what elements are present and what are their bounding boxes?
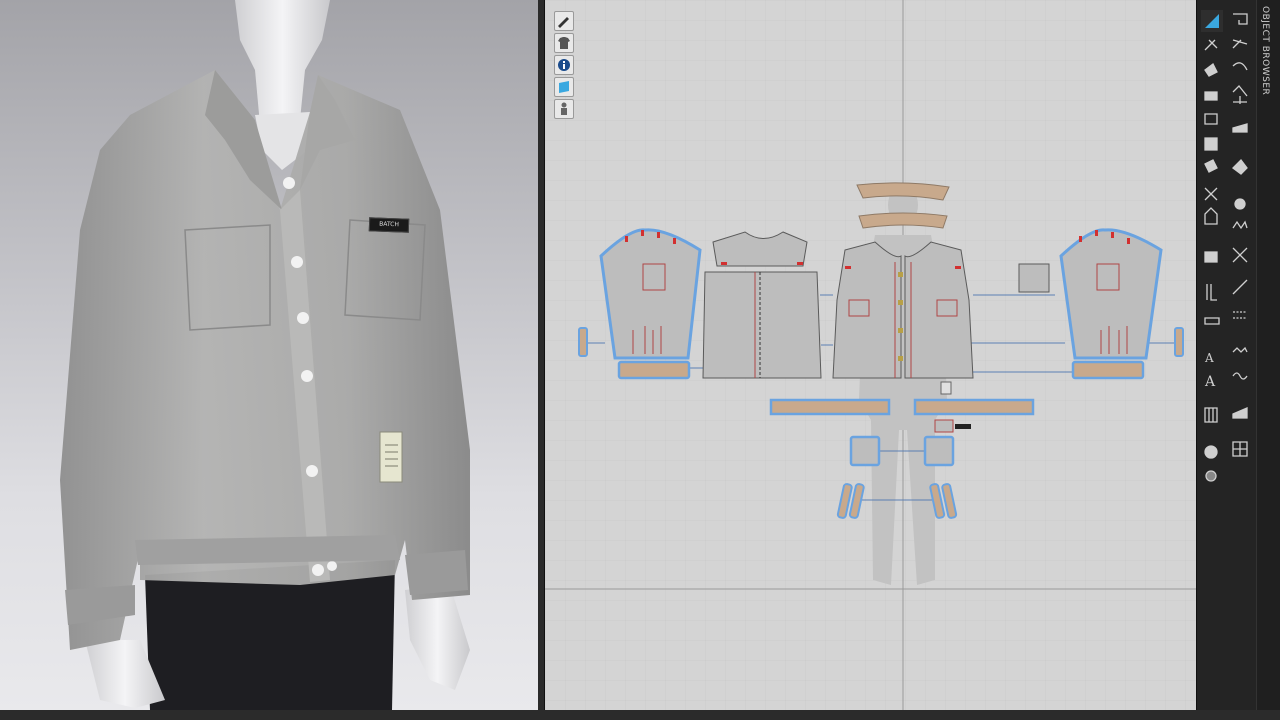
pattern-back-body[interactable] — [702, 271, 822, 379]
text-alt-icon[interactable] — [1201, 370, 1223, 390]
fabric-icon[interactable] — [554, 77, 574, 97]
sewing-icon[interactable] — [1201, 208, 1223, 228]
cut-icon[interactable] — [1201, 184, 1223, 204]
avatar-small-icon[interactable] — [1201, 466, 1223, 486]
zigzag-icon[interactable] — [1229, 342, 1251, 362]
pin-icon[interactable] — [1201, 442, 1223, 462]
pattern-waistband-right[interactable] — [913, 398, 1035, 416]
edit-pattern-icon[interactable] — [1201, 36, 1223, 56]
button-icon[interactable] — [1229, 158, 1251, 178]
select-pattern-icon[interactable] — [1201, 10, 1223, 30]
pattern-right-cuff[interactable] — [1071, 360, 1145, 380]
iron-icon[interactable] — [1229, 118, 1251, 138]
node-icon[interactable] — [1229, 36, 1251, 56]
shirt-button — [283, 177, 295, 189]
curve-icon[interactable] — [1229, 60, 1251, 80]
pattern-left-placket[interactable] — [578, 327, 588, 357]
puckering-icon[interactable] — [1229, 218, 1251, 238]
rectangle-icon[interactable] — [1201, 110, 1223, 130]
pattern-pocket-left[interactable] — [849, 435, 881, 467]
zipper-icon[interactable] — [1201, 310, 1223, 330]
fold-icon[interactable] — [1201, 158, 1223, 178]
pattern-pocket-flap[interactable] — [1018, 263, 1050, 293]
pattern-pocket-right[interactable] — [923, 435, 955, 467]
name-tag: BATCH — [368, 217, 410, 233]
wave-icon[interactable] — [1229, 368, 1251, 388]
shirt-button — [312, 564, 324, 576]
buttonhole-icon[interactable] — [1229, 194, 1251, 214]
name-tag-text: BATCH — [379, 220, 400, 229]
pattern-waistband-left[interactable] — [769, 398, 891, 416]
pattern-label[interactable] — [940, 381, 952, 395]
button-marker — [898, 328, 903, 333]
pattern-right-placket[interactable] — [1174, 327, 1184, 357]
transform-icon[interactable] — [1201, 60, 1223, 80]
table-icon[interactable] — [1229, 438, 1251, 458]
pattern-toolbar: A A — [1196, 0, 1257, 710]
internal-shape-icon[interactable] — [1201, 134, 1223, 154]
pattern-left-cuff[interactable] — [617, 360, 691, 380]
pattern-right-sleeve[interactable] — [1059, 228, 1163, 360]
pattern-front-left[interactable] — [832, 241, 902, 379]
undo-pattern-icon[interactable] — [1229, 10, 1251, 30]
pattern-front-right[interactable] — [904, 241, 974, 379]
avatar-3d-render — [60, 0, 470, 710]
pencil-icon[interactable] — [554, 11, 574, 31]
button-marker — [898, 300, 903, 305]
segment-sew-icon[interactable] — [1201, 246, 1223, 266]
pattern-tab[interactable] — [934, 419, 954, 433]
avatar-icon[interactable] — [554, 99, 574, 119]
button-marker — [898, 356, 903, 361]
measure-icon[interactable] — [1201, 282, 1223, 302]
shirt-button — [327, 561, 337, 571]
shirt-button — [297, 312, 309, 324]
status-bar — [0, 710, 1280, 720]
polygon-icon[interactable] — [1201, 86, 1223, 106]
shirt-button — [306, 465, 318, 477]
button-marker — [898, 272, 903, 277]
pattern-left-sleeve[interactable] — [599, 228, 702, 360]
graphic-icon[interactable] — [1229, 404, 1251, 424]
2d-pattern-window[interactable] — [544, 0, 1197, 710]
shirt-button — [301, 370, 313, 382]
pattern-zip-pull[interactable] — [955, 424, 971, 429]
grid-icon[interactable] — [1201, 404, 1223, 424]
info-icon[interactable] — [554, 55, 574, 75]
3d-viewport[interactable]: BATCH — [0, 0, 538, 710]
pattern-canvas — [545, 0, 1197, 710]
arc-icon[interactable] — [1229, 84, 1251, 104]
seam-icon[interactable] — [1229, 244, 1251, 264]
shirt-button — [291, 256, 303, 268]
stitch-icon[interactable] — [1229, 306, 1251, 326]
line-icon[interactable] — [1229, 278, 1251, 298]
shirt-icon[interactable] — [554, 33, 574, 53]
object-browser-tab[interactable]: OBJECT BROWSER — [1256, 0, 1280, 710]
text-icon[interactable] — [1201, 346, 1223, 366]
object-browser-label: OBJECT BROWSER — [1260, 6, 1270, 96]
